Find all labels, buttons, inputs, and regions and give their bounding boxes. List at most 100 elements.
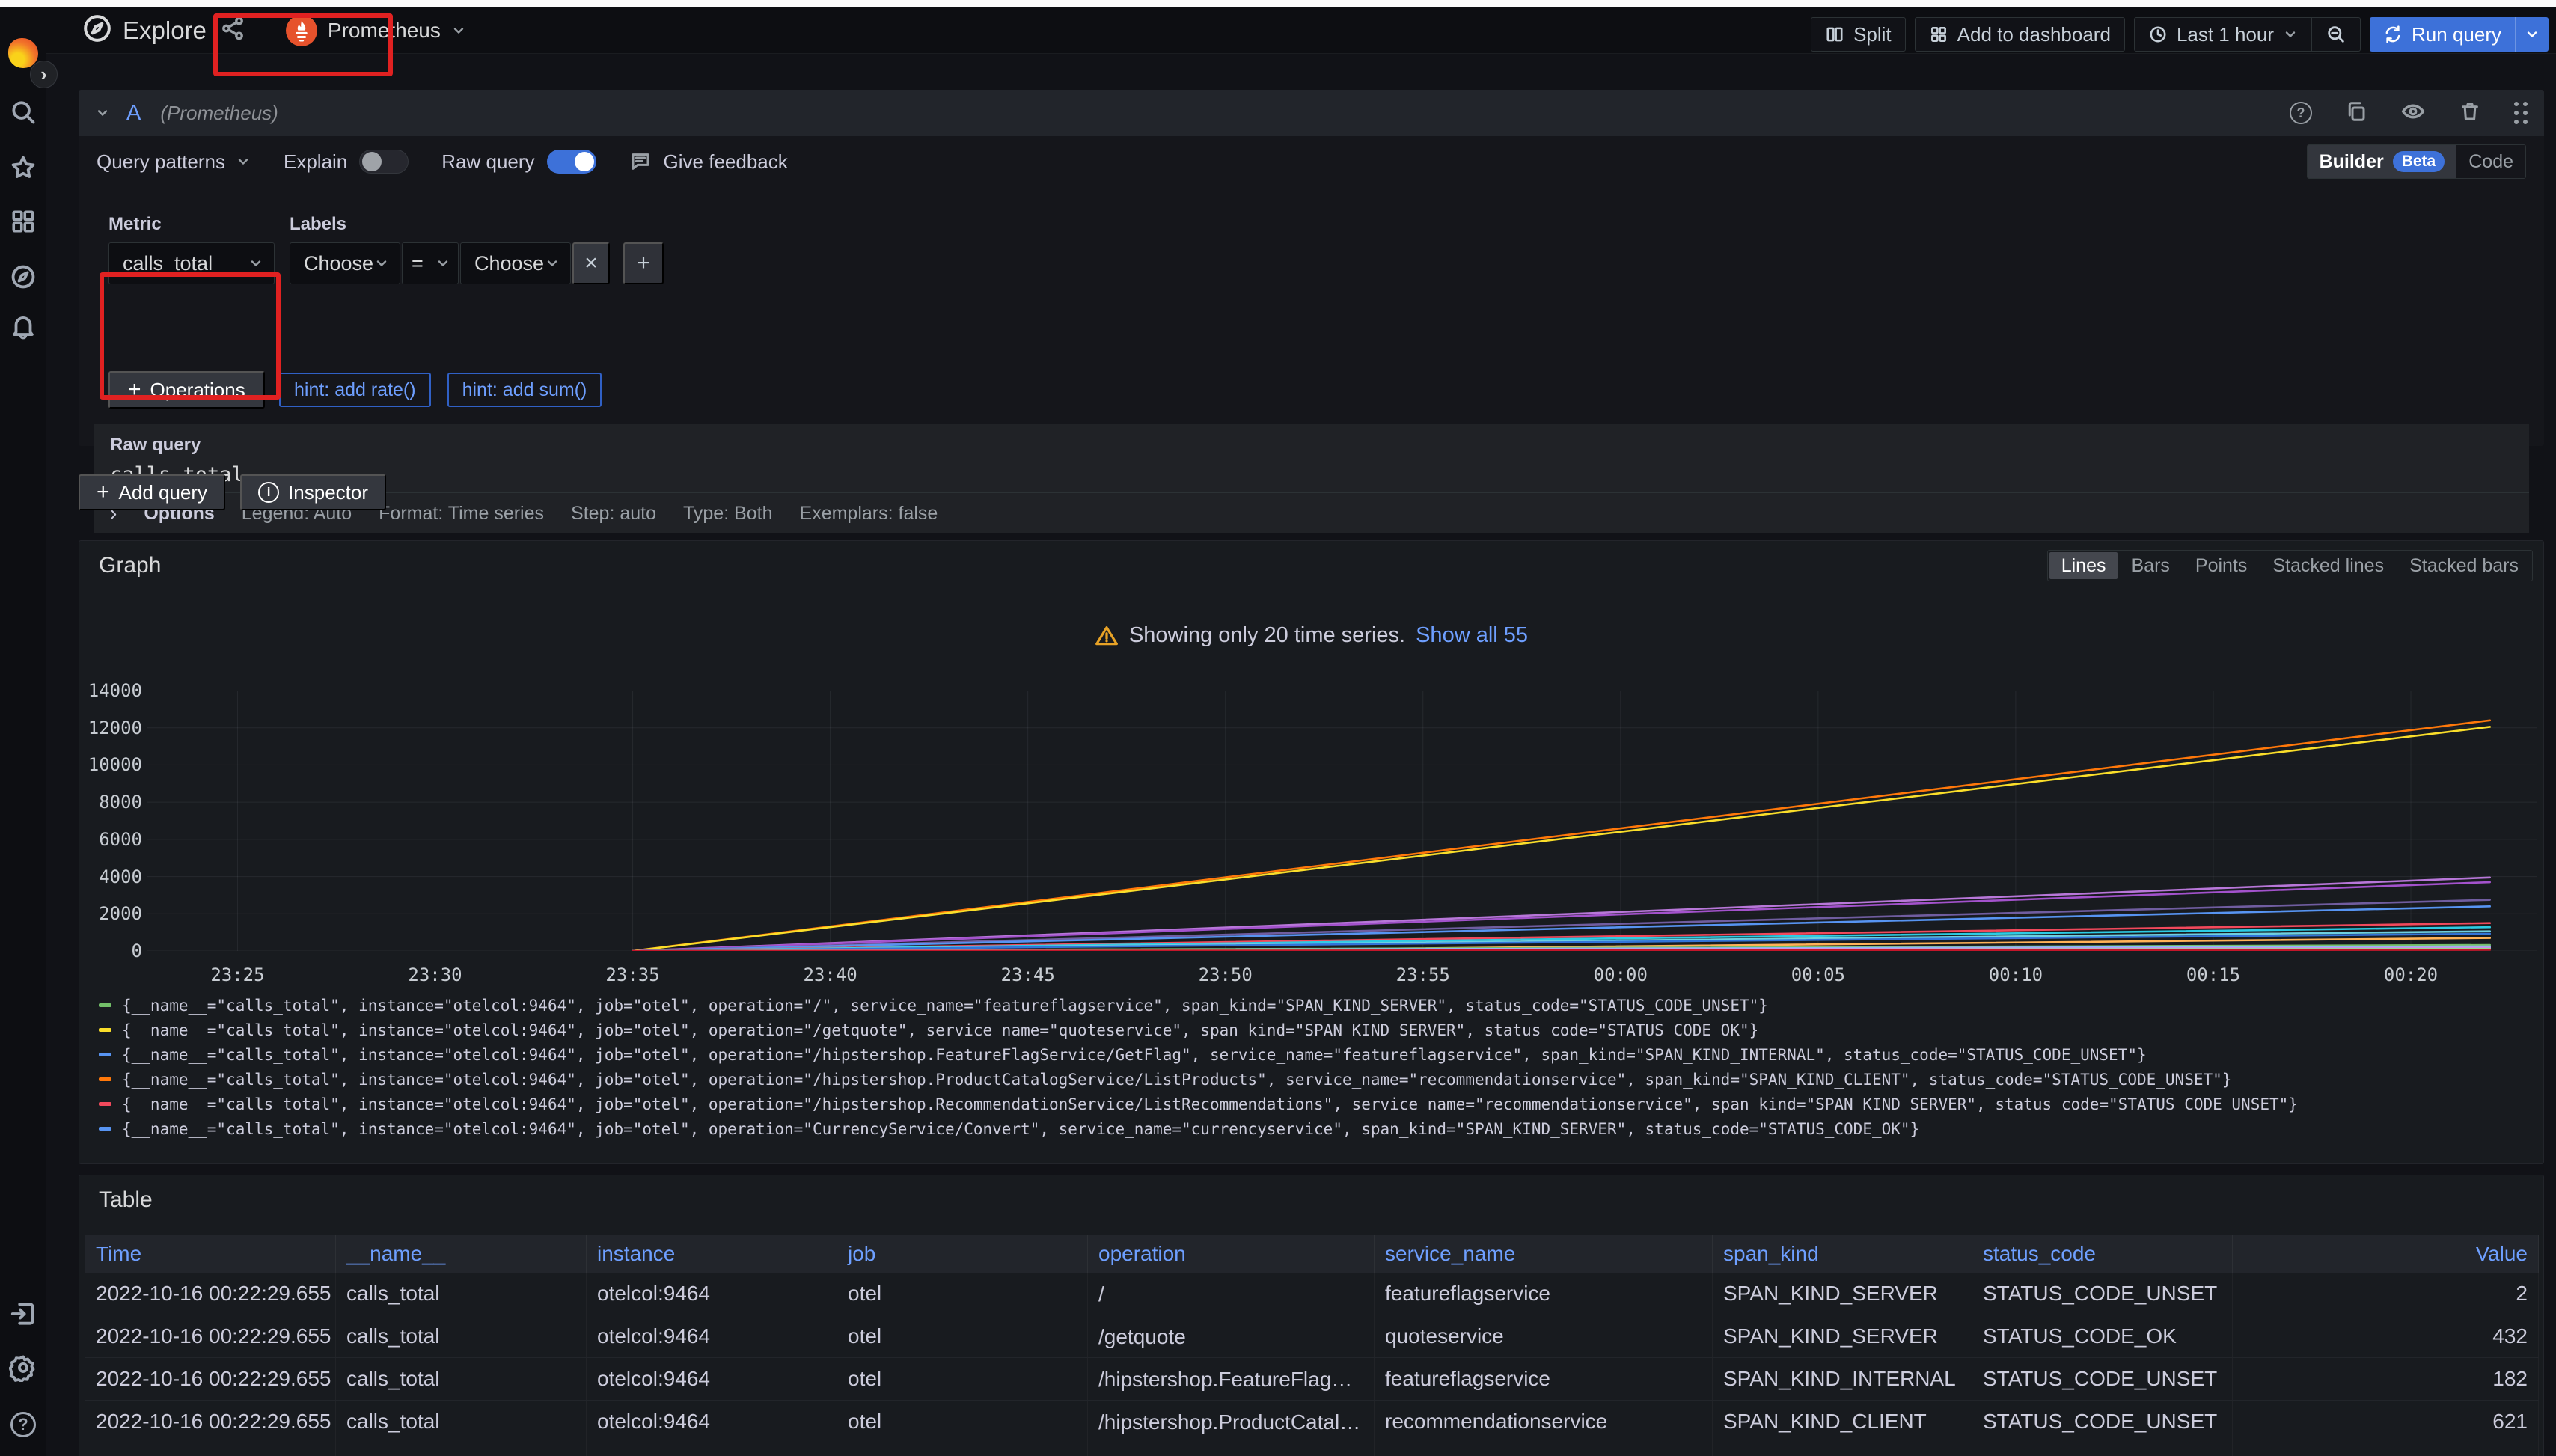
column-header-time[interactable]: Time	[85, 1235, 336, 1273]
share-icon[interactable]	[220, 16, 245, 45]
show-all-series-link[interactable]: Show all 55	[1416, 623, 1528, 648]
sign-in-icon[interactable]	[0, 1300, 46, 1328]
table-panel: Table Time__name__instancejoboperationse…	[79, 1175, 2544, 1456]
x-tick-label: 00:10	[1989, 964, 2043, 985]
datasource-picker[interactable]: Prometheus	[275, 9, 477, 52]
table-row: 2022-10-16 00:22:29.655calls_totalotelco…	[85, 1358, 2539, 1401]
query-patterns-dropdown[interactable]: Query patterns	[97, 150, 251, 174]
table-header-row: Time__name__instancejoboperationservice_…	[85, 1235, 2539, 1273]
comment-icon	[629, 150, 652, 173]
duplicate-query-icon[interactable]	[2345, 100, 2367, 126]
dashboards-icon[interactable]	[0, 208, 46, 235]
column-header-value[interactable]: Value	[2233, 1235, 2539, 1273]
prometheus-icon	[286, 15, 317, 46]
legend-item[interactable]: {__name__="calls_total", instance="otelc…	[99, 1092, 2531, 1116]
options-item-2: Step: auto	[571, 503, 656, 524]
hint-button-0[interactable]: hint: add rate()	[279, 373, 431, 407]
starred-icon[interactable]	[0, 153, 46, 182]
graph-legend: {__name__="calls_total", instance="otelc…	[99, 993, 2531, 1160]
inspector-button[interactable]: i Inspector	[240, 474, 386, 510]
options-item-4: Exemplars: false	[800, 503, 938, 524]
chart-plot-area[interactable]	[147, 691, 2537, 951]
zoom-out-time-icon[interactable]	[2312, 17, 2361, 52]
label-operator-select[interactable]: =	[402, 242, 459, 284]
legend-item[interactable]: {__name__="calls_total", instance="otelc…	[99, 1042, 2531, 1067]
graph-mode-lines[interactable]: Lines	[2049, 552, 2118, 579]
table-cell: SPAN_KIND_SERVER	[1713, 1443, 1972, 1456]
x-tick-label: 00:05	[1791, 964, 1845, 985]
remove-label-button[interactable]: ×	[572, 242, 610, 284]
legend-label: {__name__="calls_total", instance="otelc…	[122, 1120, 1919, 1138]
add-operations-button[interactable]: + Operations	[108, 371, 265, 409]
legend-item[interactable]: {__name__="calls_total", instance="otelc…	[99, 1067, 2531, 1092]
hint-button-1[interactable]: hint: add sum()	[447, 373, 602, 407]
add-label-button[interactable]: +	[623, 242, 664, 284]
graph-mode-stacked-bars[interactable]: Stacked bars	[2397, 552, 2531, 579]
run-query-dropdown[interactable]	[2515, 17, 2549, 52]
query-row-header[interactable]: A (Prometheus) ?	[79, 90, 2544, 136]
table-cell: featureflagservice	[1375, 1358, 1713, 1400]
labels-label: Labels	[290, 214, 346, 235]
raw-query-toggle[interactable]	[547, 150, 596, 174]
table-cell: 2022-10-16 00:22:29.655	[85, 1273, 336, 1315]
table-cell: 621	[2233, 1443, 2539, 1456]
column-header-servicename[interactable]: service_name	[1375, 1235, 1713, 1273]
legend-item[interactable]: {__name__="calls_total", instance="otelc…	[99, 1116, 2531, 1141]
settings-gear-icon[interactable]	[0, 1353, 46, 1382]
label-name-select[interactable]: Choose	[290, 242, 400, 284]
delete-query-trash-icon[interactable]	[2459, 100, 2481, 126]
table-cell: STATUS_CODE_UNSET	[1972, 1443, 2233, 1456]
builder-code-toggle: Builder Beta Code	[2307, 144, 2526, 179]
help-icon[interactable]: ?	[0, 1412, 46, 1437]
explore-compass-icon[interactable]	[0, 263, 46, 291]
label-value-select[interactable]: Choose	[460, 242, 571, 284]
add-query-button[interactable]: + Add query	[79, 474, 225, 510]
alerting-bell-icon[interactable]	[0, 312, 46, 340]
table-cell: otelcol:9464	[587, 1315, 837, 1357]
legend-item[interactable]: {__name__="calls_total", instance="otelc…	[99, 1018, 2531, 1042]
datasource-name: Prometheus	[328, 19, 441, 43]
column-header-statuscode[interactable]: status_code	[1972, 1235, 2233, 1273]
graph-mode-group: LinesBarsPointsStacked linesStacked bars	[2047, 550, 2533, 581]
x-tick-label: 23:50	[1199, 964, 1253, 985]
legend-label: {__name__="calls_total", instance="otelc…	[122, 1021, 1758, 1039]
explain-toggle[interactable]	[359, 150, 409, 174]
table-cell: calls_total	[336, 1315, 587, 1357]
table-cell: /hipstershop.RecommendationService/ListR…	[1088, 1443, 1375, 1456]
column-header-spankind[interactable]: span_kind	[1713, 1235, 1972, 1273]
table-cell: 2022-10-16 00:22:29.655	[85, 1358, 336, 1400]
split-button[interactable]: Split	[1811, 17, 1906, 52]
table-cell: otel	[837, 1358, 1088, 1400]
search-icon[interactable]	[0, 98, 46, 126]
drag-handle-icon[interactable]	[2514, 102, 2528, 124]
column-header-operation[interactable]: operation	[1088, 1235, 1375, 1273]
sidebar-expand-button[interactable]: ›	[30, 61, 58, 88]
legend-item[interactable]: {__name__="calls_total", instance="otelc…	[99, 993, 2531, 1018]
metric-select[interactable]: calls_total	[108, 242, 275, 284]
column-header-name[interactable]: __name__	[336, 1235, 587, 1273]
info-icon: i	[258, 482, 279, 503]
query-options-row[interactable]: › Options Legend: AutoFormat: Time serie…	[94, 493, 2529, 533]
legend-swatch-icon	[99, 1003, 111, 1007]
time-series-chart[interactable]	[147, 691, 2537, 951]
table-cell: 2022-10-16 00:22:29.655	[85, 1443, 336, 1456]
raw-query-label: Raw query	[110, 435, 2513, 456]
query-help-icon[interactable]: ?	[2290, 102, 2312, 124]
table-cell: otelcol:9464	[587, 1443, 837, 1456]
run-query-button[interactable]: Run query	[2370, 17, 2549, 52]
hide-query-eye-icon[interactable]	[2400, 99, 2426, 128]
add-to-dashboard-button[interactable]: Add to dashboard	[1915, 17, 2125, 52]
column-header-instance[interactable]: instance	[587, 1235, 837, 1273]
graph-mode-bars[interactable]: Bars	[2119, 552, 2181, 579]
tab-builder[interactable]: Builder Beta	[2308, 145, 2457, 178]
legend-label: {__name__="calls_total", instance="otelc…	[122, 1095, 2298, 1113]
tab-code[interactable]: Code	[2456, 145, 2525, 178]
graph-mode-points[interactable]: Points	[2183, 552, 2259, 579]
column-header-job[interactable]: job	[837, 1235, 1088, 1273]
beta-badge: Beta	[2393, 151, 2445, 172]
sidebar: ?	[0, 7, 46, 1456]
plus-icon: +	[97, 480, 110, 505]
time-range-picker[interactable]: Last 1 hour	[2134, 17, 2312, 52]
graph-mode-stacked-lines[interactable]: Stacked lines	[2260, 552, 2396, 579]
give-feedback-link[interactable]: Give feedback	[629, 150, 788, 174]
